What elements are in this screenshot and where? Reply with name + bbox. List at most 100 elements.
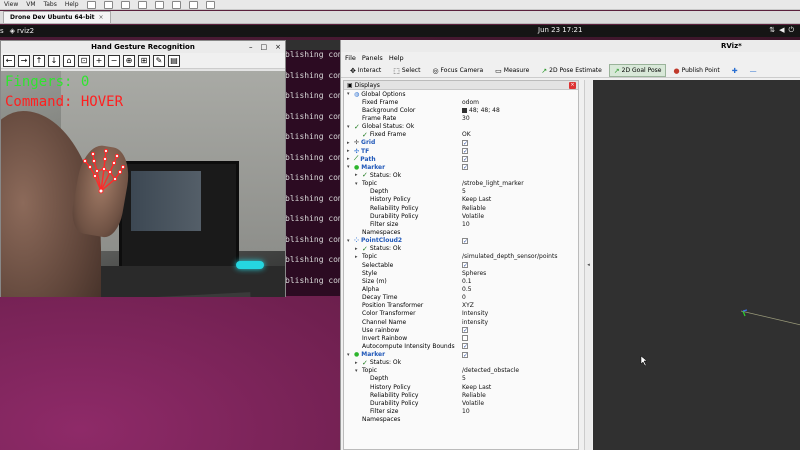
tree-row[interactable]: Color Transformer Intensity <box>344 310 574 318</box>
enable-checkbox[interactable]: ✓ <box>462 343 468 350</box>
tree-row[interactable]: ▾ ⁘ PointCloud2 ✓ <box>344 237 574 245</box>
save-icon[interactable]: ▤ <box>168 54 180 67</box>
expand-right-icon[interactable]: ▸ <box>347 156 352 162</box>
tree-row[interactable]: Reliability Policy Reliable <box>344 391 574 399</box>
system-menu[interactable]: ⇅ ◀ ⏻ <box>769 26 794 35</box>
enable-checkbox[interactable]: ✓ <box>462 139 468 146</box>
tool-publish-point[interactable]: ● Publish Point <box>668 64 724 77</box>
back-icon[interactable]: ← <box>3 54 15 67</box>
tree-row-value[interactable]: 48; 48; 48 <box>462 107 500 114</box>
zoom-out-icon[interactable]: − <box>108 54 120 67</box>
expand-down-icon[interactable]: ▾ <box>347 91 352 97</box>
rviz-window[interactable]: RViz* File Panels Help ✥ Interact ⬚ Sele… <box>340 40 800 450</box>
tree-row-value[interactable]: 0.1 <box>462 278 472 285</box>
terminal-window[interactable]: blishing comma blishing comma blishing c… <box>280 40 342 296</box>
rviz-menu-panels[interactable]: Panels <box>362 54 383 62</box>
tree-row[interactable]: Autocompute Intensity Bounds ✓ <box>344 342 574 350</box>
expand-right-icon[interactable]: ▸ <box>347 148 352 154</box>
tree-row-value[interactable]: Volatile <box>462 400 484 407</box>
tree-row[interactable]: Size (m) 0.1 <box>344 277 574 285</box>
expand-down-icon[interactable]: ▾ <box>347 124 352 130</box>
tree-row[interactable]: Position Transformer XYZ <box>344 302 574 310</box>
tree-row-value[interactable]: Spheres <box>462 270 486 277</box>
vm-manage-icon[interactable] <box>137 0 147 9</box>
displays-close-icon[interactable]: × <box>569 82 576 89</box>
tree-row[interactable]: Namespaces <box>344 416 574 424</box>
tree-row[interactable]: ▾ ● Marker ✓ <box>344 163 574 171</box>
zoom-in-icon[interactable]: + <box>93 54 105 67</box>
tree-row-value[interactable]: /simulated_depth_sensor/points <box>462 253 557 260</box>
tree-row-value[interactable]: 0.5 <box>462 286 472 293</box>
tree-row[interactable]: ▾ ◍ Global Options <box>344 90 574 98</box>
tree-row-value[interactable]: intensity <box>462 319 488 326</box>
add-tool-button[interactable]: ✚ <box>727 64 743 77</box>
vm-menu-view[interactable]: View <box>0 1 22 8</box>
panel-splitter[interactable]: ◂ <box>584 80 592 450</box>
tree-row[interactable]: Depth 5 <box>344 375 574 383</box>
tree-row-value[interactable]: Volatile <box>462 213 484 220</box>
pan-down-icon[interactable]: ↓ <box>48 54 60 67</box>
tree-row[interactable]: Namespaces <box>344 228 574 236</box>
collapse-arrow-icon[interactable]: ◂ <box>587 262 590 268</box>
tree-row-value[interactable]: OK <box>462 131 471 138</box>
tree-row[interactable]: Filter size 10 <box>344 220 574 228</box>
tool-measure[interactable]: ▭ Measure <box>490 64 534 77</box>
tree-row[interactable]: Fixed Frame odom <box>344 98 574 106</box>
tree-row[interactable]: ▸ Topic/simulated_depth_sensor/points <box>344 253 574 261</box>
home-icon[interactable]: ⌂ <box>63 54 75 67</box>
tree-row[interactable]: Style Spheres <box>344 269 574 277</box>
clock[interactable]: Jun 23 17:21 <box>538 26 582 34</box>
close-button[interactable]: × <box>275 41 281 53</box>
tool-focus-camera[interactable]: ◎ Focus Camera <box>427 64 488 77</box>
tree-row[interactable]: Frame Rate 30 <box>344 114 574 122</box>
vm-tab-drone-dev[interactable]: Drone Dev Ubuntu 64-bit × <box>3 11 111 23</box>
tree-row-value[interactable]: Intensity <box>462 310 488 317</box>
edit-icon[interactable]: ✎ <box>153 54 165 67</box>
tree-row-value[interactable]: 5 <box>462 375 466 382</box>
rviz-menu-help[interactable]: Help <box>389 54 404 62</box>
enable-checkbox[interactable]: ✓ <box>462 156 468 163</box>
tree-row-value[interactable]: 30 <box>462 115 470 122</box>
tree-row-value[interactable]: odom <box>462 99 479 106</box>
tree-row[interactable]: ▾ ● Marker ✓ <box>344 351 574 359</box>
tree-row[interactable]: Depth 5 <box>344 188 574 196</box>
tool-2d-goal-pose[interactable]: ↗ 2D Goal Pose <box>608 64 667 77</box>
enable-checkbox[interactable]: ✓ <box>462 262 468 269</box>
tree-row[interactable]: Background Color 48; 48; 48 <box>344 106 574 114</box>
tree-row[interactable]: Filter size 10 <box>344 407 574 415</box>
vm-power-icon[interactable] <box>86 0 96 9</box>
vm-tab-close-icon[interactable]: × <box>99 14 104 21</box>
zoom-rect-icon[interactable]: ⊡ <box>78 54 90 67</box>
expand-down-icon[interactable]: ▾ <box>355 181 360 187</box>
tree-row[interactable]: ▸ ✓ Status: Ok <box>344 359 574 367</box>
pan-up-icon[interactable]: ↑ <box>33 54 45 67</box>
tree-row[interactable]: Durability Policy Volatile <box>344 212 574 220</box>
tree-row[interactable]: Selectable ✓ <box>344 261 574 269</box>
grid-icon[interactable]: ⊞ <box>138 54 150 67</box>
expand-right-icon[interactable]: ▸ <box>355 360 360 366</box>
expand-down-icon[interactable]: ▾ <box>355 368 360 374</box>
tree-row[interactable]: ✓ Fixed Frame OK <box>344 131 574 139</box>
forward-icon[interactable]: → <box>18 54 30 67</box>
zoom-fit-icon[interactable]: ⊕ <box>123 54 135 67</box>
enable-checkbox[interactable]: ✓ <box>462 351 468 358</box>
vm-unity-icon[interactable] <box>171 0 181 9</box>
tree-row[interactable]: Invert Rainbow <box>344 334 574 342</box>
remove-tool-button[interactable]: — <box>745 64 762 77</box>
app-menu[interactable]: ◈ rviz2 <box>10 27 34 35</box>
expand-right-icon[interactable]: ▸ <box>355 172 360 178</box>
tree-row-value[interactable]: 10 <box>462 408 470 415</box>
enable-checkbox[interactable]: ✓ <box>462 327 468 334</box>
expand-right-icon[interactable]: ▸ <box>347 140 352 146</box>
enable-checkbox[interactable] <box>462 335 468 342</box>
tree-row[interactable]: ▾ Topic/detected_obstacle <box>344 367 574 375</box>
vm-revert-icon[interactable] <box>120 0 130 9</box>
vm-fullscreen-icon[interactable] <box>154 0 164 9</box>
tree-row[interactable]: ▸ ⟋ Path ✓ <box>344 155 574 163</box>
tree-row[interactable]: Durability Policy Volatile <box>344 399 574 407</box>
tree-row[interactable]: Channel Name intensity <box>344 318 574 326</box>
activities-button[interactable]: s <box>0 27 4 35</box>
expand-down-icon[interactable]: ▾ <box>347 164 352 170</box>
tree-row[interactable]: History Policy Keep Last <box>344 383 574 391</box>
hand-gesture-window[interactable]: Hand Gesture Recognition – □ × ← → ↑ ↓ ⌂… <box>0 40 286 297</box>
